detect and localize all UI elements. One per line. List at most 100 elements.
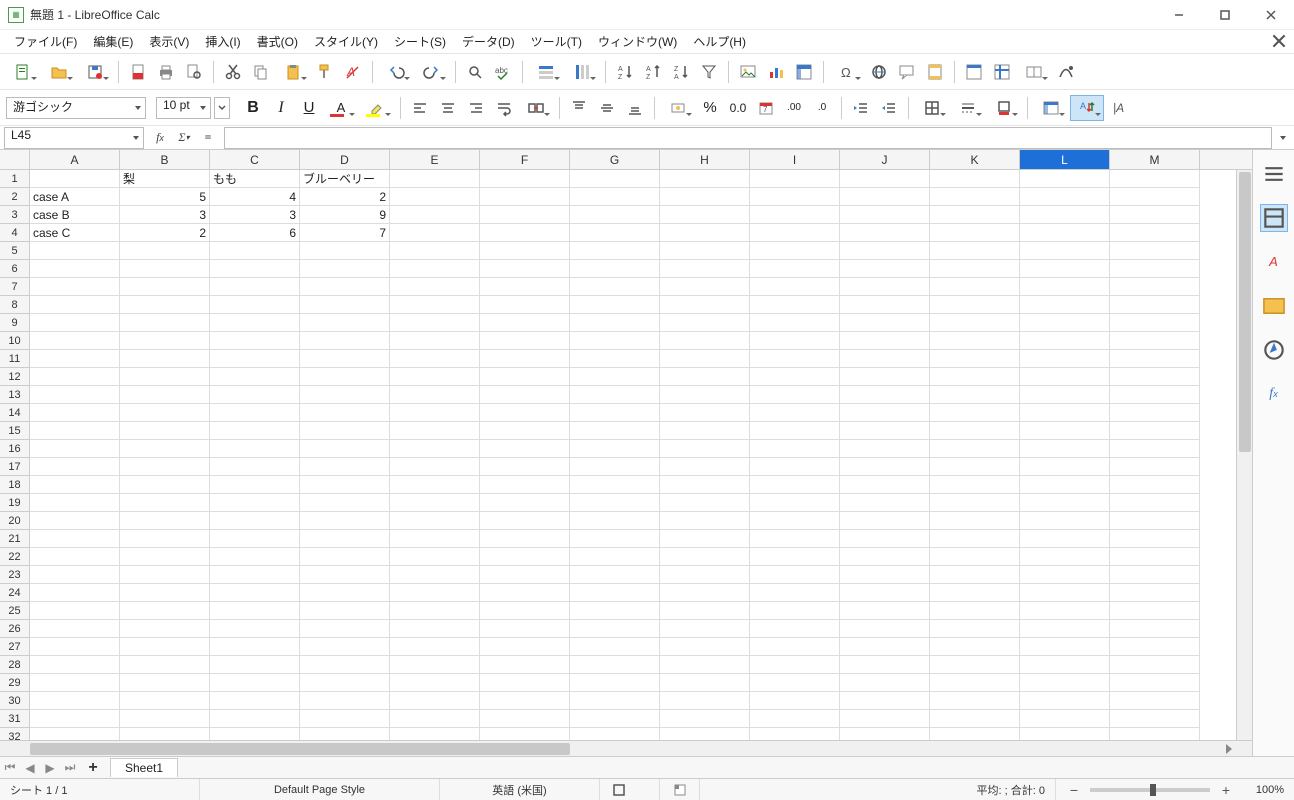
- cell[interactable]: [930, 404, 1020, 422]
- cell[interactable]: [930, 584, 1020, 602]
- cell[interactable]: [660, 422, 750, 440]
- sort-asc-button[interactable]: AZ: [640, 59, 666, 85]
- cell[interactable]: [660, 494, 750, 512]
- cell[interactable]: [210, 602, 300, 620]
- column-header[interactable]: J: [840, 150, 930, 169]
- zoom-controls[interactable]: − +: [1056, 779, 1244, 800]
- cell[interactable]: [300, 584, 390, 602]
- sum-button[interactable]: Σ▾: [172, 127, 196, 149]
- cell[interactable]: [390, 260, 480, 278]
- cell[interactable]: [30, 440, 120, 458]
- cell[interactable]: [930, 710, 1020, 728]
- cell[interactable]: [840, 242, 930, 260]
- export-pdf-button[interactable]: [125, 59, 151, 85]
- cell[interactable]: [30, 404, 120, 422]
- cell[interactable]: [210, 620, 300, 638]
- cell[interactable]: [210, 350, 300, 368]
- menu-sheet[interactable]: シート(S): [386, 30, 454, 53]
- cell[interactable]: [660, 656, 750, 674]
- borders-button[interactable]: [915, 95, 949, 121]
- conditional-format-button[interactable]: A: [1070, 95, 1104, 121]
- cell[interactable]: [840, 710, 930, 728]
- row-header[interactable]: 23: [0, 566, 30, 584]
- column-header[interactable]: L: [1020, 150, 1110, 169]
- cell[interactable]: [1110, 692, 1200, 710]
- cell[interactable]: [300, 296, 390, 314]
- cell[interactable]: [30, 476, 120, 494]
- cell[interactable]: [660, 386, 750, 404]
- cell[interactable]: [390, 170, 480, 188]
- cell[interactable]: [30, 728, 120, 740]
- cell[interactable]: [750, 476, 840, 494]
- cell[interactable]: [480, 458, 570, 476]
- cell[interactable]: [480, 620, 570, 638]
- font-color-button[interactable]: A: [324, 95, 358, 121]
- row-header[interactable]: 28: [0, 656, 30, 674]
- column-header[interactable]: M: [1110, 150, 1200, 169]
- cell[interactable]: [750, 458, 840, 476]
- cell[interactable]: [930, 602, 1020, 620]
- insert-image-button[interactable]: [735, 59, 761, 85]
- cut-button[interactable]: [220, 59, 246, 85]
- cell[interactable]: [390, 350, 480, 368]
- maximize-button[interactable]: [1202, 0, 1248, 30]
- formula-expand-button[interactable]: [1276, 127, 1290, 149]
- cell[interactable]: [30, 296, 120, 314]
- cell[interactable]: [480, 242, 570, 260]
- cell[interactable]: [1110, 548, 1200, 566]
- cell[interactable]: [660, 566, 750, 584]
- cell[interactable]: [840, 566, 930, 584]
- cell[interactable]: [480, 566, 570, 584]
- cell[interactable]: [930, 440, 1020, 458]
- cell[interactable]: [480, 422, 570, 440]
- cell[interactable]: [120, 476, 210, 494]
- date-format-button[interactable]: 7: [753, 95, 779, 121]
- row-header[interactable]: 4: [0, 224, 30, 242]
- cell[interactable]: [30, 566, 120, 584]
- cell[interactable]: [300, 476, 390, 494]
- cell[interactable]: [660, 278, 750, 296]
- cell[interactable]: [480, 602, 570, 620]
- cell[interactable]: [570, 170, 660, 188]
- sort-desc-button[interactable]: ZA: [668, 59, 694, 85]
- align-bottom-button[interactable]: [622, 95, 648, 121]
- cell[interactable]: [30, 584, 120, 602]
- sheet-tab[interactable]: Sheet1: [110, 758, 178, 777]
- row-header[interactable]: 26: [0, 620, 30, 638]
- name-box[interactable]: L45: [4, 127, 144, 149]
- cell[interactable]: [120, 710, 210, 728]
- tab-prev-icon[interactable]: ◀: [20, 758, 40, 778]
- cell[interactable]: [210, 728, 300, 740]
- paste-button[interactable]: [276, 59, 310, 85]
- cell[interactable]: [660, 404, 750, 422]
- cell[interactable]: [930, 170, 1020, 188]
- cell[interactable]: [390, 674, 480, 692]
- cell[interactable]: [120, 584, 210, 602]
- cell[interactable]: 2: [300, 188, 390, 206]
- cell[interactable]: [480, 656, 570, 674]
- cell[interactable]: [480, 530, 570, 548]
- cell[interactable]: [300, 404, 390, 422]
- cell[interactable]: [660, 368, 750, 386]
- cell[interactable]: [750, 530, 840, 548]
- cell[interactable]: [390, 440, 480, 458]
- cell[interactable]: [30, 620, 120, 638]
- cell[interactable]: [120, 548, 210, 566]
- cell[interactable]: [750, 206, 840, 224]
- cell[interactable]: [930, 242, 1020, 260]
- vertical-scrollbar[interactable]: [1236, 170, 1252, 756]
- cell[interactable]: [840, 620, 930, 638]
- cell[interactable]: [390, 710, 480, 728]
- cell[interactable]: [750, 404, 840, 422]
- cell[interactable]: [1110, 674, 1200, 692]
- cell[interactable]: [120, 602, 210, 620]
- undo-button[interactable]: [379, 59, 413, 85]
- cell[interactable]: [750, 422, 840, 440]
- cell[interactable]: [930, 314, 1020, 332]
- cell[interactable]: [120, 368, 210, 386]
- insert-hyperlink-button[interactable]: [866, 59, 892, 85]
- cell[interactable]: [30, 332, 120, 350]
- row-header[interactable]: 14: [0, 404, 30, 422]
- cell[interactable]: [750, 440, 840, 458]
- column-header[interactable]: D: [300, 150, 390, 169]
